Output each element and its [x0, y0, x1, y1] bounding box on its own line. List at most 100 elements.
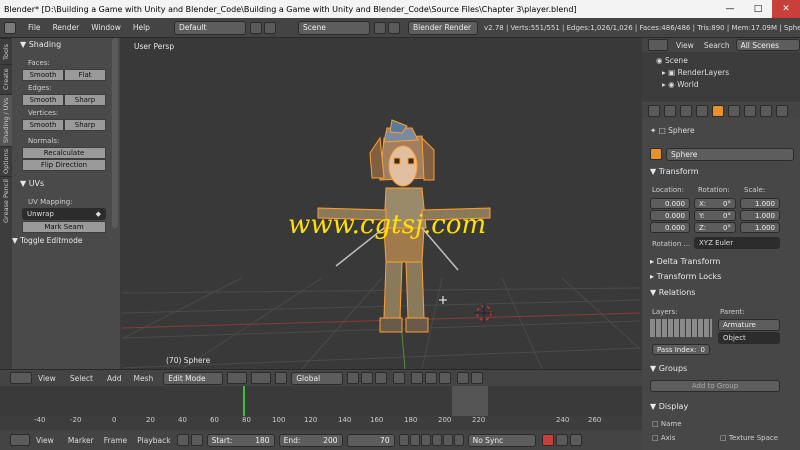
outliner-scene[interactable]: ◉ Scene [656, 56, 688, 65]
render-preview-icon[interactable] [457, 372, 470, 384]
maximize-icon[interactable]: □ [744, 0, 772, 18]
expand-icon[interactable]: ▸ [662, 68, 666, 77]
tool-shelf-scrollbar[interactable] [112, 38, 118, 228]
groups-panel-header[interactable]: ▼ Groups [650, 364, 687, 373]
add-scene-icon[interactable] [374, 21, 386, 34]
faces-flat-button[interactable]: Flat [64, 69, 106, 81]
location-z[interactable]: 0.000 [650, 222, 690, 233]
jump-start-icon[interactable] [398, 434, 409, 446]
menu-window[interactable]: Window [91, 23, 121, 32]
add-to-group-button[interactable]: Add to Group [650, 380, 780, 392]
proportional-edit-icon[interactable] [393, 372, 406, 384]
menu-view[interactable]: View [38, 374, 56, 383]
jump-end-icon[interactable] [453, 434, 464, 446]
scale-x[interactable]: 1.000 [740, 198, 780, 209]
scale-z[interactable]: 1.000 [740, 222, 780, 233]
face-select-icon[interactable] [375, 372, 388, 384]
minimize-icon[interactable]: — [716, 0, 744, 18]
viewport-shading-icon[interactable] [227, 372, 248, 384]
prev-keyframe-icon[interactable] [409, 434, 420, 446]
snap-target-icon[interactable] [439, 372, 452, 384]
mark-seam-button[interactable]: Mark Seam [22, 221, 106, 233]
menu-file[interactable]: File [28, 23, 41, 32]
start-frame-field[interactable]: Start: 180 [206, 433, 275, 447]
snap-element-icon[interactable] [425, 372, 438, 384]
menu-view[interactable]: View [36, 436, 54, 445]
mode-select[interactable]: Edit Mode [163, 371, 224, 385]
tab-tools[interactable]: Tools [0, 38, 12, 64]
rotation-z[interactable]: Z: 0° [694, 222, 736, 233]
next-keyframe-icon[interactable] [442, 434, 453, 446]
add-layout-icon[interactable] [250, 21, 262, 34]
scale-y[interactable]: 1.000 [740, 210, 780, 221]
world-tab-icon[interactable] [696, 105, 708, 117]
menu-view[interactable]: View [676, 41, 694, 50]
timeline[interactable]: -40 -20 0 20 40 60 80 100 120 140 160 18… [0, 386, 642, 430]
play-reverse-icon[interactable] [420, 434, 431, 446]
sync-select[interactable]: No Sync [467, 433, 536, 447]
menu-frame[interactable]: Frame [104, 436, 127, 445]
vertices-smooth-button[interactable]: Smooth [22, 119, 64, 131]
data-tab-icon[interactable] [760, 105, 772, 117]
edges-smooth-button[interactable]: Smooth [22, 94, 64, 106]
display-mode-select[interactable]: All Scenes [735, 39, 800, 51]
keying-set-icon[interactable] [555, 434, 568, 446]
toggle-editmode-panel[interactable]: ▼ Toggle Editmode [12, 236, 82, 245]
tab-shading-uvs[interactable]: Shading / UVs [0, 94, 12, 146]
outliner-renderlayers[interactable]: ▸ ▣ RenderLayers [662, 68, 729, 77]
menu-playback[interactable]: Playback [137, 436, 170, 445]
orientation-select[interactable]: Global [291, 371, 344, 385]
shading-panel-header[interactable]: ▼ Shading [20, 40, 61, 49]
menu-select[interactable]: Select [70, 374, 93, 383]
material-tab-icon[interactable] [776, 105, 788, 117]
3d-viewport[interactable]: User Persp (70) Sphere www.cgtsj.com [122, 38, 640, 369]
menu-add[interactable]: Add [107, 374, 122, 383]
menu-mesh[interactable]: Mesh [133, 374, 153, 383]
modifiers-tab-icon[interactable] [744, 105, 756, 117]
parent-type-select[interactable]: Object [718, 332, 780, 344]
manipulator-icon[interactable] [275, 372, 288, 384]
display-panel-header[interactable]: ▼ Display [650, 402, 688, 411]
layout-select[interactable]: Default [174, 20, 246, 35]
close-icon[interactable]: ✕ [772, 0, 800, 18]
menu-search[interactable]: Search [704, 41, 730, 50]
edges-sharp-button[interactable]: Sharp [64, 94, 106, 106]
menu-marker[interactable]: Marker [68, 436, 94, 445]
preview-range-icon[interactable] [176, 434, 189, 446]
clock-icon[interactable] [190, 434, 203, 446]
menu-render[interactable]: Render [53, 23, 80, 32]
current-frame-indicator[interactable] [243, 386, 245, 416]
record-icon[interactable] [541, 434, 554, 446]
render-tab-icon[interactable] [648, 105, 660, 117]
recalculate-button[interactable]: Recalculate [22, 147, 106, 159]
location-x[interactable]: 0.000 [650, 198, 690, 209]
axis-checkbox[interactable]: □ Axis [652, 434, 675, 442]
pass-index-field[interactable]: Pass Index: 0 [652, 344, 710, 355]
vertices-sharp-button[interactable]: Sharp [64, 119, 106, 131]
texture-space-checkbox[interactable]: □ Texture Space [720, 434, 778, 442]
transform-panel-header[interactable]: ▼ Transform [650, 167, 699, 176]
relations-panel-header[interactable]: ▼ Relations [650, 288, 695, 297]
tab-create[interactable]: Create [0, 64, 12, 94]
flip-direction-button[interactable]: Flip Direction [22, 159, 106, 171]
object-name-field[interactable]: Sphere [666, 148, 794, 161]
scene-tab-icon[interactable] [680, 105, 692, 117]
parent-field[interactable]: Armature [718, 319, 780, 331]
snap-icon[interactable] [411, 372, 424, 384]
outliner-world[interactable]: ▸ ◉ World [662, 80, 699, 89]
expand-icon[interactable]: ▸ [662, 80, 666, 89]
pin-icon[interactable]: ✦ [650, 126, 656, 135]
3d-cursor-icon[interactable] [474, 303, 494, 323]
current-frame-field[interactable]: 70 [346, 433, 395, 447]
delta-transform-panel[interactable]: ▸ Delta Transform [650, 257, 720, 266]
editor-type-icon[interactable] [10, 434, 30, 446]
editor-type-icon[interactable] [4, 21, 16, 34]
outliner-tree[interactable]: ◉ Scene ▸ ▣ RenderLayers ▸ ◉ World [642, 52, 800, 102]
faces-smooth-button[interactable]: Smooth [22, 69, 64, 81]
editor-type-icon[interactable] [648, 39, 668, 51]
render-engine-select[interactable]: Blender Render [408, 20, 478, 35]
unwrap-dropdown[interactable]: Unwrap ◆ [22, 208, 106, 220]
editor-type-icon[interactable] [10, 372, 32, 384]
tab-grease-pencil[interactable]: Grease Pencil [0, 176, 12, 226]
remove-layout-icon[interactable] [264, 21, 276, 34]
